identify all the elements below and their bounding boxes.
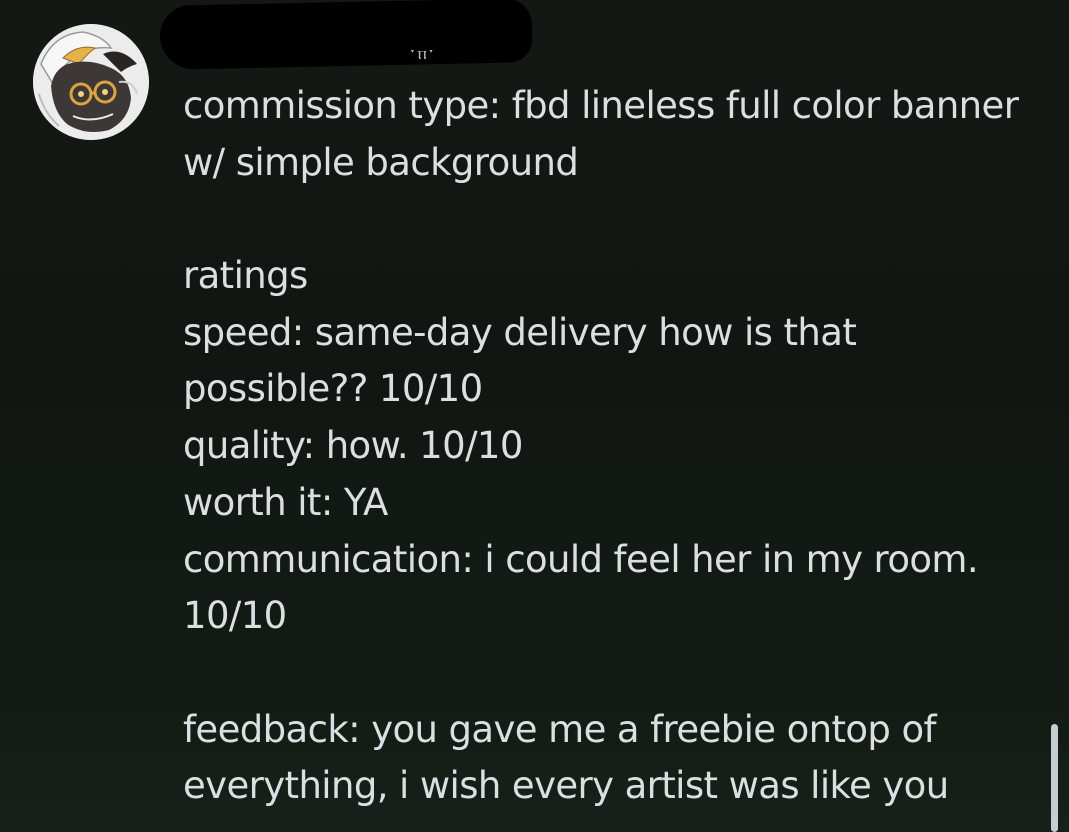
- message-line: possible?? 10/10: [183, 367, 483, 411]
- message-line: 10/10: [183, 594, 287, 638]
- message-line: commission type: fbd lineless full color…: [183, 84, 1019, 127]
- message-line: communication: i could feel her in my ro…: [183, 537, 979, 581]
- message-line: ratings: [183, 254, 308, 298]
- message-line: worth it: YA: [183, 480, 388, 524]
- chat-message: ˑⲡˑ commission type: fbd lineless full c…: [0, 0, 1069, 832]
- avatar-image: [33, 24, 149, 140]
- message-line: quality: how. 10/10: [183, 424, 523, 468]
- author-name-fragment: ˑⲡˑ: [410, 44, 437, 64]
- message-line: everything, i wish every artist was like…: [183, 764, 949, 808]
- message-line: feedback: you gave me a freebie ontop of: [183, 707, 937, 751]
- redaction-mark: [159, 0, 533, 70]
- message-line: speed: same-day delivery how is that: [183, 310, 857, 354]
- message-line: w/ simple background: [183, 140, 579, 184]
- message-content: commission type: fbd lineless full color…: [183, 78, 1043, 815]
- avatar[interactable]: [33, 24, 149, 140]
- scrollbar[interactable]: [1051, 724, 1058, 832]
